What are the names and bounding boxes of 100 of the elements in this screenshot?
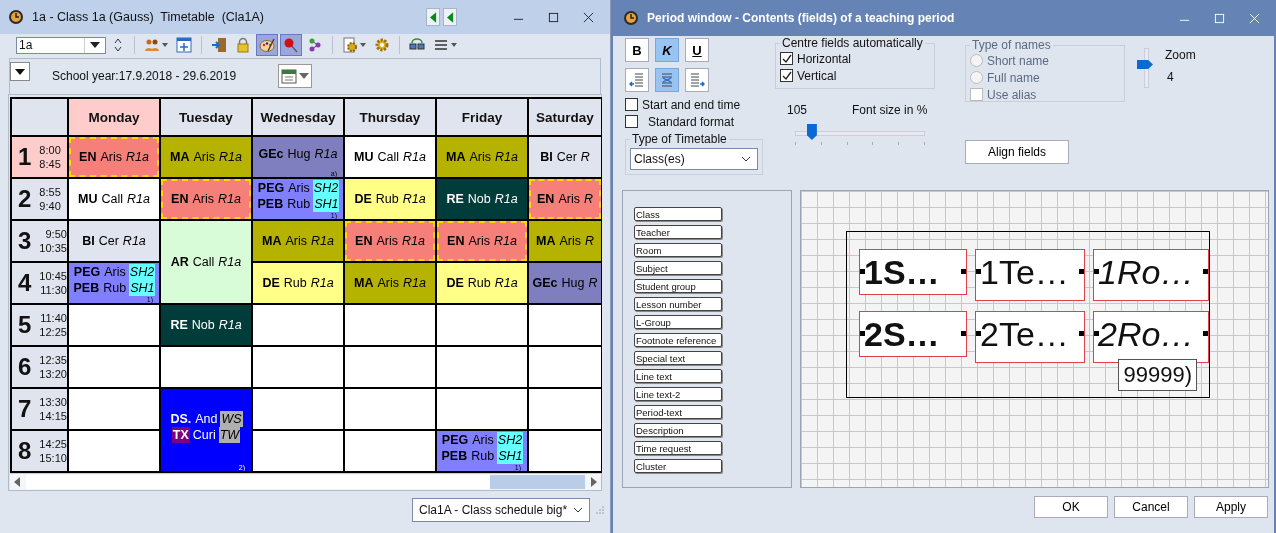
field-item[interactable]: Line text <box>634 369 722 383</box>
align-left-button[interactable] <box>625 68 649 92</box>
subject-code: MA <box>169 149 191 165</box>
empty-cell <box>529 347 601 387</box>
resize-grip-icon[interactable] <box>596 506 604 514</box>
layout-dropdown[interactable]: Cla1A - Class schedule big* <box>412 498 590 522</box>
layout-field[interactable]: 2S… <box>859 311 967 357</box>
horizontal-scrollbar[interactable] <box>10 473 601 490</box>
field-item[interactable]: Period-text <box>634 405 722 419</box>
day-header[interactable]: Saturday <box>529 99 601 135</box>
timetable-type-dropdown[interactable]: Class(es) <box>630 148 758 170</box>
teacher-name: Call <box>101 191 124 207</box>
lesson-cell[interactable]: DE Rub R1a <box>345 179 435 219</box>
lesson-cell[interactable]: MA Aris R1a <box>161 137 251 177</box>
field-item[interactable]: Special text <box>634 351 722 365</box>
lesson-cell[interactable]: RE Nob R1a <box>161 305 251 345</box>
maximize-icon[interactable] <box>548 11 559 23</box>
day-header[interactable]: Tuesday <box>161 99 251 135</box>
font-size-value: 105 <box>787 103 808 117</box>
dialog-button[interactable]: OK <box>1034 496 1108 518</box>
checkbox[interactable] <box>780 52 793 65</box>
field-item[interactable]: L-Group <box>634 315 722 329</box>
lesson-cell[interactable]: GEc Hug R <box>529 263 601 303</box>
dropdown-button[interactable] <box>10 62 30 81</box>
lesson-cell[interactable]: MU Call R1a <box>345 137 435 177</box>
field-item[interactable]: Line text-2 <box>634 387 722 401</box>
field-item[interactable]: Cluster <box>634 459 722 473</box>
window-button[interactable] <box>173 34 195 56</box>
lesson-cell[interactable]: DE Rub R1a <box>437 263 527 303</box>
field-item[interactable]: Subject <box>634 261 722 275</box>
palette-button[interactable] <box>256 34 278 56</box>
bold-button[interactable]: B <box>625 38 649 62</box>
checkbox[interactable] <box>625 98 638 111</box>
lesson-cell[interactable]: MA Aris R1a <box>253 221 343 261</box>
field-item[interactable]: Room <box>634 243 722 257</box>
layout-field[interactable]: 2Te… <box>975 311 1085 363</box>
period-number: 4 <box>18 269 32 297</box>
slider-thumb[interactable] <box>1137 60 1153 69</box>
slider-thumb[interactable] <box>806 124 817 140</box>
lesson-cell[interactable]: BI Cer R1a <box>69 221 159 261</box>
align-fields-button[interactable]: Align fields <box>965 140 1069 164</box>
layout-field[interactable]: 1Ro… <box>1093 249 1209 301</box>
calendar-button[interactable] <box>278 64 313 88</box>
class-combo[interactable]: 1a <box>16 36 106 54</box>
spinner-icon[interactable] <box>114 36 122 54</box>
lesson-cell[interactable]: EN Aris R1a <box>161 179 251 219</box>
scroll-right-icon[interactable] <box>589 477 597 487</box>
page-gear-icon <box>342 37 358 53</box>
lesson-cell[interactable]: RE Nob R1a <box>437 179 527 219</box>
arrow-button[interactable] <box>426 8 440 26</box>
scroll-thumb[interactable] <box>490 475 585 489</box>
lesson-cell[interactable]: BI Cer R <box>529 137 601 177</box>
caret-icon <box>451 43 457 47</box>
room-name: SH1 <box>129 280 156 296</box>
field-item[interactable]: Lesson number <box>634 297 722 311</box>
align-right-button[interactable] <box>685 68 709 92</box>
dialog-button[interactable]: Cancel <box>1114 496 1188 518</box>
subject-code: DE <box>353 191 373 207</box>
day-header[interactable]: Monday <box>69 99 159 135</box>
arrow-button[interactable] <box>443 8 457 26</box>
layout-field[interactable]: 1Te… <box>975 249 1085 301</box>
lesson-cell[interactable]: MA Aris R1a <box>437 137 527 177</box>
lesson-cell[interactable]: MA Aris R <box>529 221 601 261</box>
lesson-cell[interactable]: EN Aris R1a <box>69 137 159 177</box>
layout-field[interactable]: 2Ro… <box>1093 311 1209 363</box>
end-time: 8:45 <box>39 157 61 171</box>
field-item[interactable]: Time request <box>634 441 722 455</box>
subject-code: DS. <box>169 411 193 427</box>
palette-icon <box>259 37 275 53</box>
lesson-cell[interactable]: MU Call R1a <box>69 179 159 219</box>
lesson-cell[interactable]: AR Call R1a <box>161 221 251 303</box>
dialog-button[interactable]: Apply <box>1194 496 1268 518</box>
align-center-button[interactable] <box>655 68 679 92</box>
zoom-slider[interactable] <box>1137 48 1153 88</box>
checkbox[interactable] <box>625 115 638 128</box>
day-header[interactable]: Thursday <box>345 99 435 135</box>
lesson-cell[interactable]: EN Aris R1a <box>437 221 527 261</box>
close-icon[interactable] <box>583 11 594 23</box>
lesson-cell[interactable]: MA Aris R1a <box>345 263 435 303</box>
field-item[interactable]: Footnote reference <box>634 333 722 347</box>
clock-icon <box>8 9 24 25</box>
lesson-cell[interactable]: EN Aris R1a <box>345 221 435 261</box>
field-item[interactable]: Class <box>634 207 722 221</box>
subject-code: EN <box>170 191 190 207</box>
scroll-left-icon[interactable] <box>14 477 22 487</box>
day-header[interactable]: Wednesday <box>253 99 343 135</box>
field-item[interactable]: Teacher <box>634 225 722 239</box>
day-header[interactable]: Friday <box>437 99 527 135</box>
footnote-field[interactable]: 99999) <box>1118 359 1197 391</box>
italic-button[interactable]: K <box>655 38 679 62</box>
field-item[interactable]: Student group <box>634 279 722 293</box>
underline-button[interactable]: U <box>685 38 709 62</box>
font-size-slider[interactable] <box>795 123 925 143</box>
start-time: 12:35 <box>39 353 67 367</box>
layout-field[interactable]: 1S… <box>859 249 967 295</box>
lesson-cell[interactable]: EN Aris R <box>529 179 601 219</box>
checkbox-label: Standard format <box>648 114 735 129</box>
lesson-cell[interactable]: DE Rub R1a <box>253 263 343 303</box>
field-item[interactable]: Description <box>634 423 722 437</box>
checkbox[interactable] <box>780 69 793 82</box>
